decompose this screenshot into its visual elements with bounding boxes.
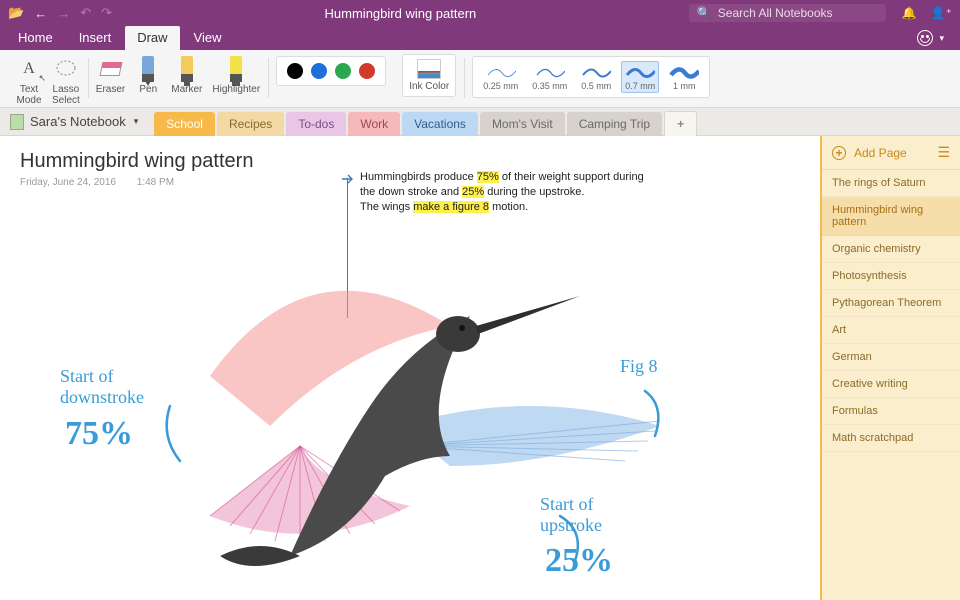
page-item-6[interactable]: German — [822, 344, 960, 371]
page-item-9[interactable]: Math scratchpad — [822, 425, 960, 452]
eraser-icon — [99, 62, 122, 76]
pen-icon — [142, 56, 154, 82]
thickness-07[interactable]: 0.7 mm — [621, 61, 659, 93]
section-tabs: School Recipes To-dos Work Vacations Mom… — [154, 108, 697, 135]
chevron-down-icon: ▾ — [134, 116, 139, 127]
page-item-0[interactable]: The rings of Saturn — [822, 170, 960, 197]
page-list-options-icon[interactable]: ☰ — [937, 144, 950, 161]
share-icon[interactable]: 👤⁺ — [931, 6, 952, 20]
title-bar: 📂 ← → ↶ ↷ Hummingbird wing pattern 🔍 🔔 👤… — [0, 0, 960, 26]
note-line-1: Hummingbirds produce 75% of their weight… — [360, 170, 660, 185]
note-text-block[interactable]: Hummingbirds produce 75% of their weight… — [360, 170, 660, 215]
section-moms-visit[interactable]: Mom's Visit — [480, 112, 565, 136]
feedback-button[interactable]: ▾ — [907, 26, 954, 50]
notebook-icon — [10, 114, 24, 130]
arrow-icon — [342, 174, 356, 184]
hand-downstroke-pct: 75% — [65, 414, 133, 453]
color-green[interactable] — [335, 63, 351, 79]
forward-icon[interactable]: → — [57, 6, 70, 21]
search-icon: 🔍 — [697, 6, 712, 20]
search-box[interactable]: 🔍 — [689, 4, 886, 22]
ribbon: A↖ Text Mode Lasso Select Eraser Pen Mar… — [0, 50, 960, 108]
highlighter-icon — [230, 56, 242, 82]
hand-downstroke-label: Start of downstroke — [60, 366, 144, 407]
notebook-bar: Sara's Notebook ▾ School Recipes To-dos … — [0, 108, 960, 136]
page-time: 1:48 PM — [137, 177, 174, 188]
color-black[interactable] — [287, 63, 303, 79]
search-input[interactable] — [718, 6, 878, 20]
open-icon[interactable]: 📂 — [8, 5, 24, 21]
hand-upstroke-pct: 25% — [545, 541, 613, 580]
page-item-8[interactable]: Formulas — [822, 398, 960, 425]
add-section-button[interactable]: + — [664, 111, 697, 136]
text-mode-button[interactable]: A↖ Text Mode — [16, 54, 42, 106]
redo-icon[interactable]: ↷ — [101, 5, 112, 21]
menu-view[interactable]: View — [182, 26, 234, 50]
hand-upstroke-label: Start of upstroke — [540, 494, 602, 535]
plus-circle-icon: + — [832, 146, 846, 160]
color-red[interactable] — [359, 63, 375, 79]
main-area: Hummingbird wing pattern Friday, June 24… — [0, 136, 960, 600]
menu-bar: Home Insert Draw View ▾ — [0, 26, 960, 50]
eraser-button[interactable]: Eraser — [96, 54, 125, 95]
page-item-4[interactable]: Pythagorean Theorem — [822, 290, 960, 317]
ink-color-icon — [417, 59, 441, 79]
page-item-7[interactable]: Creative writing — [822, 371, 960, 398]
smiley-icon — [917, 30, 933, 46]
undo-icon[interactable]: ↶ — [80, 5, 91, 21]
thickness-1[interactable]: 1 mm — [665, 61, 703, 93]
text-mode-icon: A↖ — [16, 56, 42, 82]
menu-draw[interactable]: Draw — [125, 26, 179, 50]
thickness-035[interactable]: 0.35 mm — [528, 61, 571, 93]
hand-fig8-label: Fig 8 — [620, 356, 658, 377]
thickness-05[interactable]: 0.5 mm — [577, 61, 615, 93]
note-line-3: The wings make a figure 8 motion. — [360, 200, 660, 215]
thickness-025[interactable]: 0.25 mm — [479, 61, 522, 93]
section-vacations[interactable]: Vacations — [402, 112, 478, 136]
color-palette — [276, 56, 386, 86]
bell-icon[interactable]: 🔔 — [902, 6, 917, 20]
page-date: Friday, June 24, 2016 — [20, 177, 116, 188]
quick-access-toolbar: 📂 ← → ↶ ↷ — [8, 5, 112, 21]
menu-insert[interactable]: Insert — [67, 26, 124, 50]
back-icon[interactable]: ← — [34, 6, 47, 21]
page-canvas[interactable]: Hummingbird wing pattern Friday, June 24… — [0, 136, 820, 600]
lasso-select-button[interactable]: Lasso Select — [52, 54, 80, 106]
page-sidebar: + Add Page ☰ The rings of Saturn Humming… — [820, 136, 960, 600]
marker-button[interactable]: Marker — [171, 54, 202, 95]
section-camping-trip[interactable]: Camping Trip — [567, 112, 662, 136]
note-line-2: the down stroke and 25% during the upstr… — [360, 185, 660, 200]
page-item-1[interactable]: Hummingbird wing pattern — [822, 197, 960, 236]
ink-color-button[interactable]: Ink Color — [402, 54, 456, 97]
notebook-picker[interactable]: Sara's Notebook ▾ — [0, 114, 148, 130]
notebook-name: Sara's Notebook — [30, 114, 126, 129]
pen-button[interactable]: Pen — [135, 54, 161, 95]
thickness-palette: 0.25 mm 0.35 mm 0.5 mm 0.7 mm 1 mm — [472, 56, 710, 98]
section-recipes[interactable]: Recipes — [217, 112, 284, 136]
menu-home[interactable]: Home — [6, 26, 65, 50]
marker-icon — [181, 56, 193, 82]
section-todos[interactable]: To-dos — [286, 112, 346, 136]
window-title: Hummingbird wing pattern — [118, 6, 683, 21]
section-school[interactable]: School — [154, 112, 215, 136]
page-item-2[interactable]: Organic chemistry — [822, 236, 960, 263]
add-page-label: Add Page — [854, 146, 907, 160]
section-work[interactable]: Work — [348, 112, 400, 136]
page-item-5[interactable]: Art — [822, 317, 960, 344]
page-item-3[interactable]: Photosynthesis — [822, 263, 960, 290]
add-page-button[interactable]: + Add Page ☰ — [822, 136, 960, 170]
lasso-icon — [53, 56, 79, 82]
color-blue[interactable] — [311, 63, 327, 79]
highlighter-button[interactable]: Highlighter — [212, 54, 260, 95]
